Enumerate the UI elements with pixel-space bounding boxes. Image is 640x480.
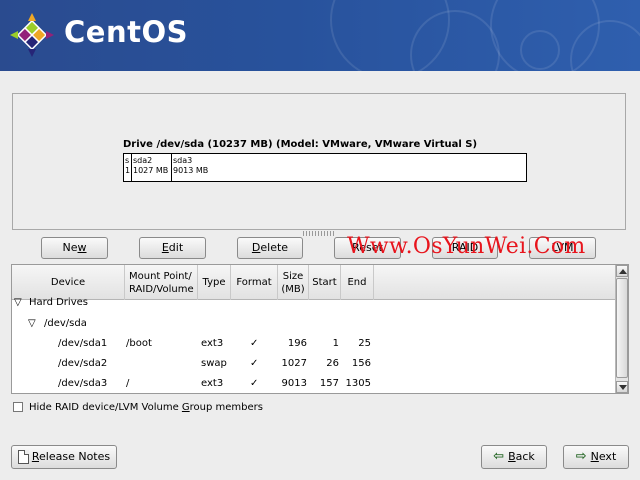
cell-size: 196 <box>287 338 307 349</box>
segment-name: s <box>125 156 130 165</box>
drive-title: Drive /dev/sda (10237 MB) (Model: VMware… <box>123 139 478 150</box>
table-header: Device Mount Point/RAID/Volume Type Form… <box>12 265 615 300</box>
scroll-thumb[interactable] <box>616 278 628 378</box>
pane-resize-handle[interactable] <box>303 231 335 236</box>
drive-panel: Drive /dev/sda (10237 MB) (Model: VMware… <box>12 93 626 230</box>
segment-name: sda2 <box>133 156 153 165</box>
format-check-icon: ✓ <box>250 358 259 369</box>
column-header-format[interactable]: Format <box>231 265 278 300</box>
cell-start: 157 <box>319 378 339 389</box>
arrow-down-icon <box>619 385 627 390</box>
cell-size: 1027 <box>281 358 307 369</box>
vertical-scrollbar[interactable] <box>615 265 628 393</box>
hide-raid-checkbox[interactable]: Hide RAID device/LVM Volume Group member… <box>13 400 263 414</box>
cell-mount: / <box>126 378 130 389</box>
cell-device: /dev/sda2 <box>58 358 108 369</box>
cell-end: 156 <box>351 358 371 369</box>
column-header-start[interactable]: Start <box>309 265 341 300</box>
cell-type: swap <box>201 358 227 369</box>
tree-group-hard-drives[interactable]: ▽ Hard Drives <box>12 296 615 316</box>
cell-size: 9013 <box>281 378 307 389</box>
column-header-type[interactable]: Type <box>198 265 231 300</box>
collapse-arrow-icon[interactable]: ▽ <box>14 297 22 308</box>
scroll-up-button[interactable] <box>616 265 628 277</box>
brand-name: CentOS <box>64 15 188 49</box>
disk-label: /dev/sda <box>44 318 87 329</box>
column-header-device[interactable]: Device <box>12 265 125 300</box>
release-notes-button[interactable]: Release Notes <box>11 445 117 469</box>
segment-size: 9013 MB <box>173 166 209 175</box>
partition-table[interactable]: Device Mount Point/RAID/Volume Type Form… <box>11 264 629 394</box>
cell-type: ext3 <box>201 338 224 349</box>
column-header-mount[interactable]: Mount Point/RAID/Volume <box>125 265 198 300</box>
format-check-icon: ✓ <box>250 378 259 389</box>
segment-name: sda3 <box>173 156 193 165</box>
segment-size: 1027 MB <box>133 166 169 175</box>
checkbox-label: Hide RAID device/LVM Volume Group member… <box>29 401 263 413</box>
cell-device: /dev/sda3 <box>58 378 108 389</box>
new-button[interactable]: New <box>41 237 108 259</box>
document-icon <box>17 450 29 464</box>
cell-type: ext3 <box>201 378 224 389</box>
column-header-end[interactable]: End <box>341 265 374 300</box>
scroll-down-button[interactable] <box>616 381 628 393</box>
centos-logo-icon <box>10 13 54 57</box>
cell-mount: /boot <box>126 338 152 349</box>
arrow-up-icon <box>619 269 627 274</box>
format-check-icon: ✓ <box>250 338 259 349</box>
cell-device: /dev/sda1 <box>58 338 108 349</box>
checkbox-box[interactable] <box>13 402 23 412</box>
tree-disk-sda[interactable]: ▽ /dev/sda <box>12 314 615 334</box>
back-button[interactable]: ⇦ Back <box>481 445 547 469</box>
table-row[interactable]: /dev/sda1 /boot ext3 ✓ 196 1 25 <box>12 334 615 354</box>
edit-button[interactable]: Edit <box>139 237 206 259</box>
partition-segment-sda1[interactable]: s 1 <box>124 154 132 181</box>
cell-start: 1 <box>332 338 339 349</box>
cell-end: 25 <box>358 338 371 349</box>
watermark-text: Www.OsYunWei.Com <box>347 234 586 259</box>
delete-button[interactable]: Delete <box>237 237 303 259</box>
drive-partition-map: s 1 sda2 1027 MB sda3 9013 MB <box>123 153 527 182</box>
cell-end: 1305 <box>345 378 371 389</box>
column-header-size[interactable]: Size (MB) <box>278 265 309 300</box>
partition-segment-sda2[interactable]: sda2 1027 MB <box>132 154 172 181</box>
next-button[interactable]: ⇨ Next <box>563 445 629 469</box>
table-row[interactable]: /dev/sda2 swap ✓ 1027 26 156 <box>12 354 615 374</box>
arrow-left-icon: ⇦ <box>493 449 505 464</box>
arrow-right-icon: ⇨ <box>575 449 587 464</box>
cell-start: 26 <box>326 358 339 369</box>
partition-segment-sda3[interactable]: sda3 9013 MB <box>172 154 526 181</box>
header-banner: CentOS <box>0 0 640 71</box>
table-row[interactable]: /dev/sda3 / ext3 ✓ 9013 157 1305 <box>12 374 615 393</box>
collapse-arrow-icon[interactable]: ▽ <box>28 318 36 329</box>
banner-swirl <box>520 30 560 70</box>
group-label: Hard Drives <box>29 297 88 308</box>
segment-size: 1 <box>125 166 131 175</box>
